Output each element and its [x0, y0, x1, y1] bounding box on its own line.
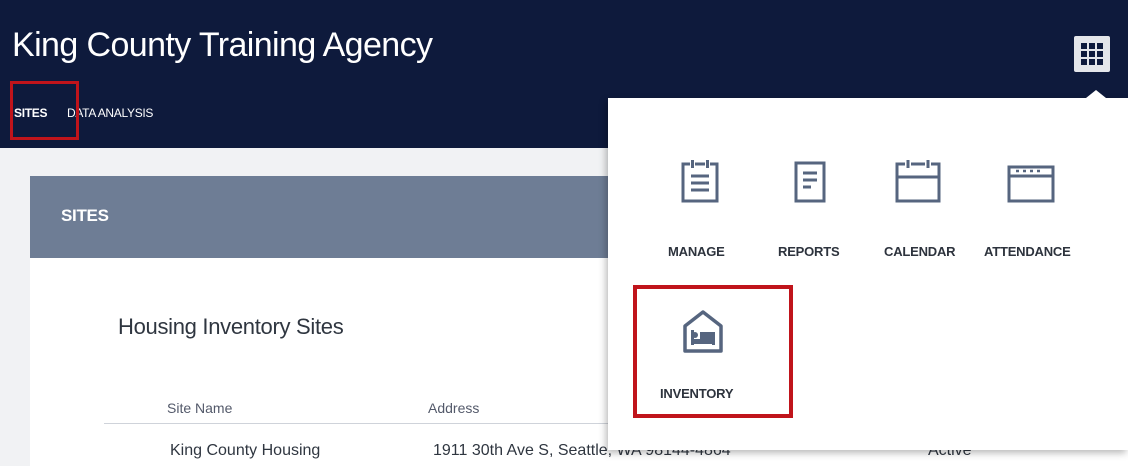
calendar-icon — [895, 160, 941, 203]
panel-title: SITES — [61, 206, 109, 225]
grid-icon — [1081, 43, 1103, 65]
app-title: King County Training Agency — [12, 26, 433, 64]
app-label-manage[interactable]: MANAGE — [668, 244, 725, 259]
inventory-highlight — [633, 285, 793, 418]
app-label-calendar[interactable]: CALENDAR — [884, 244, 956, 259]
app-label-reports[interactable]: REPORTS — [778, 244, 840, 259]
column-header-address[interactable]: Address — [428, 400, 479, 416]
popup-arrow — [1086, 90, 1106, 98]
attendance-icon — [1007, 165, 1055, 203]
apps-popup: MANAGE REPORTS CALENDAR ATTENDANCE INVEN… — [608, 90, 1128, 456]
clipboard-list-icon — [681, 160, 719, 203]
tab-data-analysis[interactable]: DATA ANALYSIS — [67, 106, 153, 120]
section-title: Housing Inventory Sites — [118, 314, 344, 339]
cell-site-name[interactable]: King County Housing — [170, 442, 320, 460]
apps-menu-button[interactable] — [1074, 36, 1110, 72]
app-label-attendance[interactable]: ATTENDANCE — [984, 244, 1071, 259]
popup-body: MANAGE REPORTS CALENDAR ATTENDANCE INVEN… — [608, 98, 1128, 450]
column-header-site-name[interactable]: Site Name — [167, 400, 232, 416]
sites-tab-highlight — [10, 81, 79, 140]
document-icon — [794, 161, 826, 203]
